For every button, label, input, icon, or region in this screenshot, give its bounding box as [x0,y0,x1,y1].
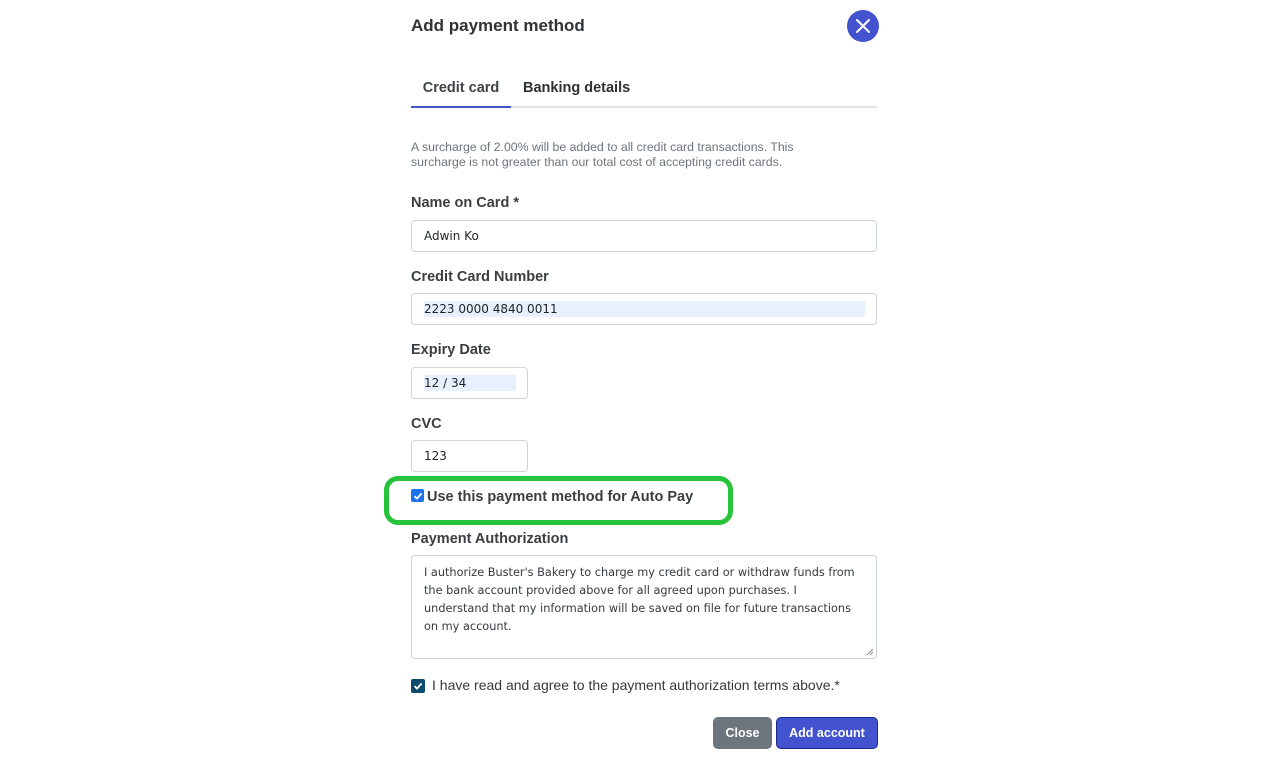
card-number-label: Credit Card Number [411,269,549,285]
payment-authorization-label: Payment Authorization [411,531,569,547]
checkmark-icon [413,682,423,690]
cvc-value: 123 [424,449,447,463]
name-on-card-input[interactable]: Adwin Ko [411,220,877,252]
payment-tabs: Credit card Banking details [411,72,877,108]
add-payment-method-dialog: Add payment method Credit card Banking d… [384,0,879,771]
expiry-date-value: 12 / 34 [424,376,467,390]
name-on-card-value: Adwin Ko [424,229,479,243]
cvc-input[interactable]: 123 [411,440,528,472]
payment-authorization-textarea[interactable]: I authorize Buster's Bakery to charge my… [411,555,877,659]
tab-credit-card[interactable]: Credit card [411,80,511,108]
dialog-title: Add payment method [411,16,585,35]
tab-banking-details[interactable]: Banking details [523,80,630,96]
add-account-button[interactable]: Add account [776,717,878,749]
surcharge-notice: A surcharge of 2.00% will be added to al… [411,140,794,169]
checkmark-icon [413,492,422,500]
close-icon [856,19,870,33]
expiry-date-input[interactable]: 12 / 34 [411,367,528,399]
autopay-label[interactable]: Use this payment method for Auto Pay [427,489,693,505]
resize-handle-icon[interactable] [865,647,874,656]
agree-terms-label[interactable]: I have read and agree to the payment aut… [432,677,840,693]
name-on-card-label: Name on Card * [411,195,519,211]
card-number-value: 2223 0000 4840 0011 [424,302,558,316]
autopay-checkbox[interactable] [411,489,424,502]
close-button[interactable]: Close [713,717,772,749]
authorization-text: I authorize Buster's Bakery to charge my… [424,566,855,633]
close-dialog-button[interactable] [847,10,879,42]
card-number-input[interactable]: 2223 0000 4840 0011 [411,293,877,325]
expiry-date-label: Expiry Date [411,342,491,358]
agree-terms-checkbox[interactable] [411,679,425,693]
cvc-label: CVC [411,416,442,432]
